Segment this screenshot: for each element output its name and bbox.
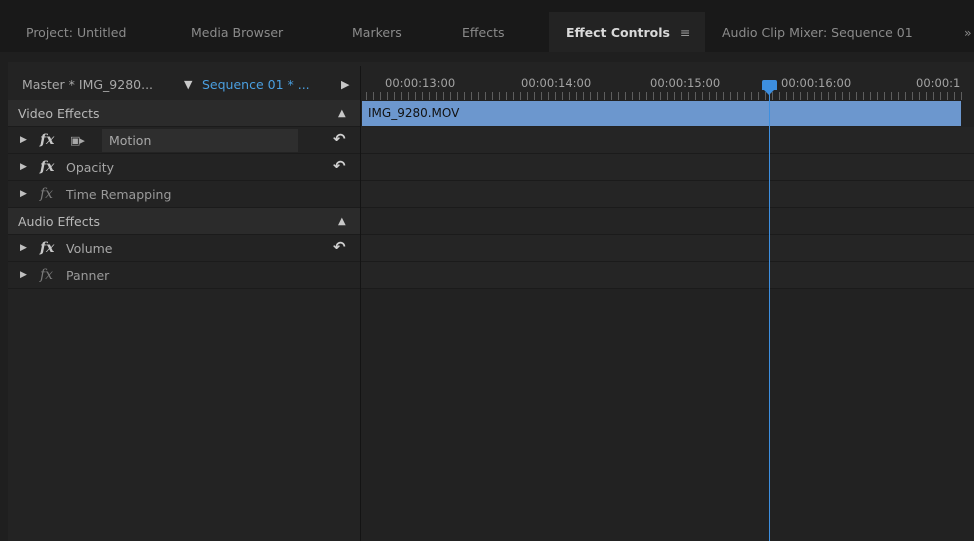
video-effects-header[interactable]: Video Effects ▲ bbox=[8, 100, 360, 127]
clip-name: IMG_9280.MOV bbox=[368, 106, 460, 120]
timeline-row bbox=[361, 127, 974, 154]
playhead-handle[interactable] bbox=[762, 80, 777, 95]
audio-effects-header[interactable]: Audio Effects ▲ bbox=[8, 208, 360, 235]
expand-icon[interactable]: ▶ bbox=[20, 235, 27, 262]
timeline-row bbox=[361, 208, 974, 235]
ruler-tick-label: 00:00:1 bbox=[916, 76, 961, 90]
video-effects-label: Video Effects bbox=[18, 106, 100, 121]
panel-menu-icon[interactable]: ≡ bbox=[680, 25, 690, 40]
expand-icon[interactable]: ▶ bbox=[20, 127, 27, 154]
effect-name-volume: Volume bbox=[66, 241, 113, 256]
master-clip-label[interactable]: Master * IMG_9280... bbox=[22, 74, 153, 96]
fx-toggle-icon[interactable]: fx bbox=[40, 235, 54, 262]
ruler-tick-label: 00:00:16:00 bbox=[781, 76, 852, 90]
tab-media-browser[interactable]: Media Browser bbox=[191, 12, 283, 52]
ruler-ticks bbox=[366, 92, 964, 100]
expand-icon[interactable]: ▶ bbox=[20, 181, 27, 208]
tab-effects[interactable]: Effects bbox=[462, 12, 505, 52]
expand-icon[interactable]: ▶ bbox=[20, 154, 27, 181]
ruler-tick-label: 00:00:14:00 bbox=[521, 76, 592, 90]
reset-icon[interactable]: ↶ bbox=[333, 234, 346, 261]
clip-bar[interactable]: IMG_9280.MOV bbox=[362, 101, 961, 126]
timeline-row bbox=[361, 235, 974, 262]
effect-row-opacity[interactable]: ▶ fx Opacity ↶ bbox=[8, 154, 360, 181]
reset-icon[interactable]: ↶ bbox=[333, 126, 346, 153]
collapse-icon[interactable]: ▲ bbox=[338, 100, 346, 127]
panel-tab-bar: Project: Untitled Media Browser Markers … bbox=[0, 0, 974, 52]
fx-toggle-icon[interactable]: fx bbox=[40, 262, 53, 289]
pane-divider[interactable] bbox=[360, 66, 361, 541]
reset-icon[interactable]: ↶ bbox=[333, 153, 346, 180]
effect-row-panner[interactable]: ▶ fx Panner bbox=[8, 262, 360, 289]
fx-toggle-icon[interactable]: fx bbox=[40, 127, 54, 154]
timeline-row bbox=[361, 262, 974, 289]
transform-handle-icon[interactable]: ▣▸ bbox=[70, 127, 85, 154]
effect-name-motion: Motion bbox=[109, 133, 152, 148]
effect-name-time-remapping: Time Remapping bbox=[66, 187, 172, 202]
tab-effect-controls-label: Effect Controls bbox=[566, 25, 670, 40]
show-timeline-button[interactable]: ▶ bbox=[341, 74, 349, 96]
tab-project[interactable]: Project: Untitled bbox=[26, 12, 126, 52]
expand-icon[interactable]: ▶ bbox=[20, 262, 27, 289]
effect-row-time-remapping[interactable]: ▶ fx Time Remapping bbox=[8, 181, 360, 208]
timeline-row bbox=[361, 154, 974, 181]
tab-audio-clip-mixer[interactable]: Audio Clip Mixer: Sequence 01 bbox=[722, 12, 913, 52]
effect-row-volume[interactable]: ▶ fx Volume ↶ bbox=[8, 235, 360, 262]
collapse-icon[interactable]: ▲ bbox=[338, 208, 346, 235]
audio-effects-label: Audio Effects bbox=[18, 214, 100, 229]
playhead-line bbox=[769, 88, 770, 541]
timeline-row bbox=[361, 181, 974, 208]
fx-toggle-icon[interactable]: fx bbox=[40, 181, 53, 208]
ruler-tick-label: 00:00:13:00 bbox=[385, 76, 456, 90]
effect-name-opacity: Opacity bbox=[66, 160, 115, 175]
sequence-clip-label[interactable]: Sequence 01 * ... bbox=[202, 74, 310, 96]
effect-name-panner: Panner bbox=[66, 268, 110, 283]
tab-effect-controls[interactable]: Effect Controls ≡ bbox=[549, 12, 705, 52]
effect-row-motion[interactable]: ▶ fx ▣▸ Motion ↶ bbox=[8, 127, 360, 154]
source-selector-row: Master * IMG_9280... ▼ Sequence 01 * ...… bbox=[8, 74, 360, 96]
ruler-tick-label: 00:00:15:00 bbox=[650, 76, 721, 90]
chevron-down-icon[interactable]: ▼ bbox=[184, 74, 192, 96]
tab-markers[interactable]: Markers bbox=[352, 12, 402, 52]
tab-overflow-icon[interactable]: » bbox=[964, 12, 972, 52]
fx-toggle-icon[interactable]: fx bbox=[40, 154, 54, 181]
